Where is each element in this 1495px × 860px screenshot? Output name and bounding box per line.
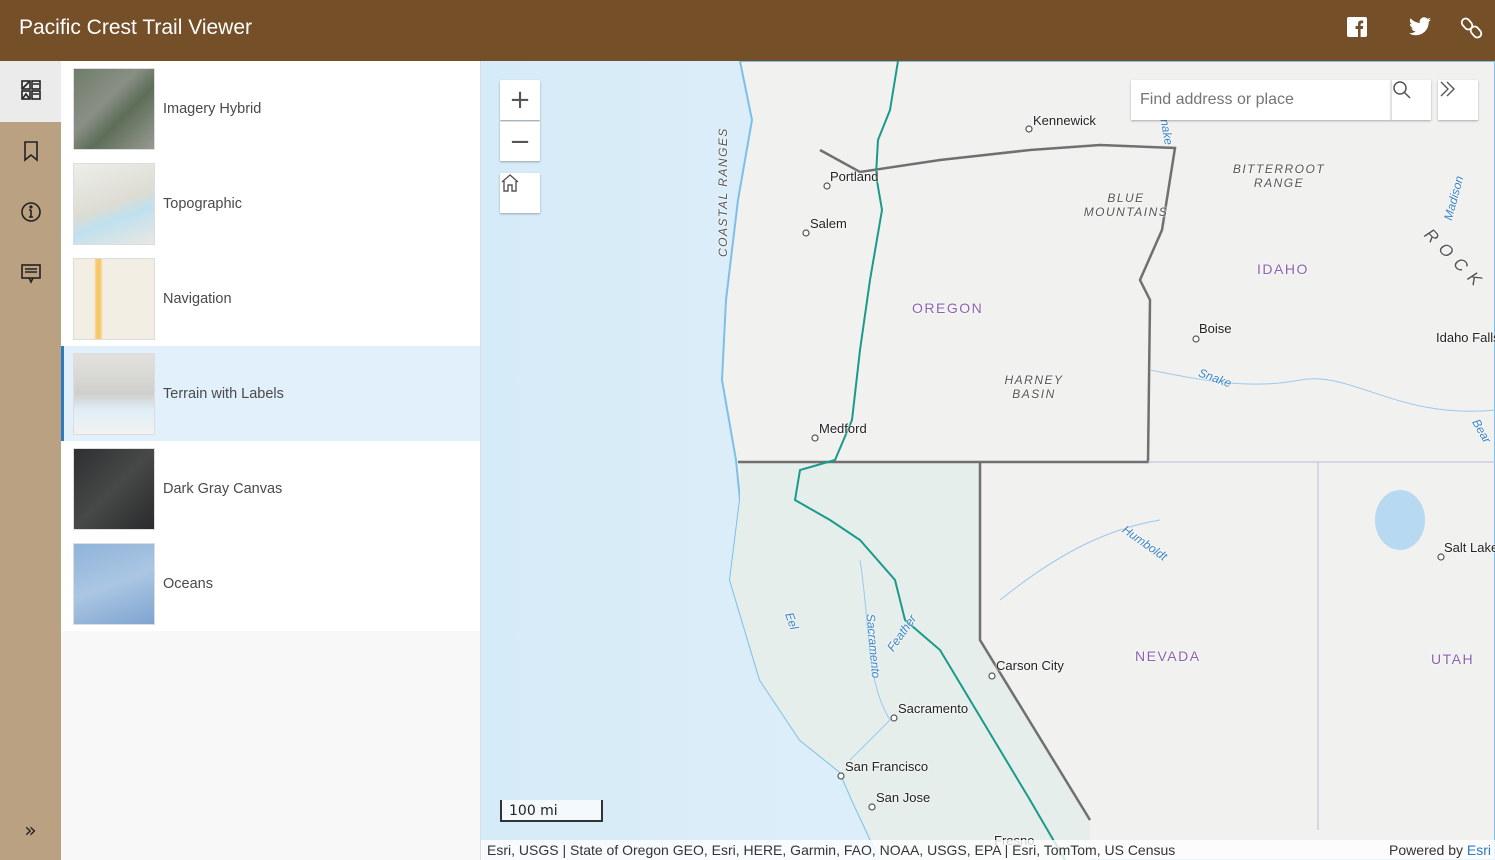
- basemap-item-imagery-hybrid[interactable]: Imagery Hybrid: [61, 61, 480, 156]
- bookmark-icon: [23, 140, 39, 166]
- bookmarks-button[interactable]: [0, 122, 61, 183]
- esri-link[interactable]: Esri: [1467, 842, 1491, 858]
- map-label: Kennewick: [1033, 113, 1096, 128]
- search-input[interactable]: [1131, 80, 1389, 120]
- basemap-item-dark-gray-canvas[interactable]: Dark Gray Canvas: [61, 441, 480, 536]
- legend-button[interactable]: [0, 244, 61, 305]
- map-label: IDAHO: [1257, 261, 1309, 277]
- link-icon[interactable]: [1460, 16, 1486, 42]
- map-label: BITTERROOT RANGE: [1232, 162, 1326, 190]
- app-title: Pacific Crest Trail Viewer: [19, 16, 253, 39]
- basemap-label: Oceans: [163, 575, 213, 592]
- basemap-thumbnail: [73, 162, 155, 245]
- map-label: OREGON: [912, 300, 984, 316]
- map-view[interactable]: Kennewick Portland Salem Medford COASTAL…: [481, 61, 1495, 860]
- powered-by: Powered by Esri: [1389, 840, 1491, 860]
- expand-panel-button[interactable]: »: [0, 799, 61, 860]
- basemap-item-topographic[interactable]: Topographic: [61, 156, 480, 251]
- map-label: UTAH: [1431, 651, 1475, 667]
- map-label: Boise: [1199, 321, 1232, 336]
- map-label: Portland: [830, 169, 879, 184]
- map-label: Idaho Falls: [1436, 330, 1495, 345]
- info-button[interactable]: [0, 183, 61, 244]
- basemap-label: Topographic: [163, 195, 242, 212]
- search-box: [1131, 80, 1391, 120]
- twitter-icon[interactable]: [1408, 16, 1434, 42]
- map-label: San Jose: [876, 790, 931, 805]
- map-label: Medford: [819, 421, 867, 436]
- scale-bar: 100 mi: [500, 800, 603, 822]
- basemap-thumbnail: [73, 542, 155, 625]
- basemap-item-navigation[interactable]: Navigation: [61, 251, 480, 346]
- attribution-text: Esri, USGS | State of Oregon GEO, Esri, …: [487, 842, 1176, 858]
- legend-icon: [20, 262, 42, 288]
- zoom-in-button[interactable]: +: [500, 80, 540, 120]
- basemap-thumbnail: [73, 67, 155, 150]
- zoom-out-button[interactable]: −: [500, 121, 540, 161]
- search-button[interactable]: [1391, 80, 1431, 120]
- basemap-label: Dark Gray Canvas: [163, 480, 283, 497]
- powered-by-text: Powered by: [1389, 842, 1463, 858]
- map-canvas: [481, 61, 1495, 860]
- basemap-label: Terrain with Labels: [163, 385, 284, 402]
- facebook-icon[interactable]: [1346, 16, 1372, 42]
- basemap-thumbnail: [73, 352, 155, 435]
- basemap-thumbnail: [73, 257, 155, 340]
- basemap-label: Navigation: [163, 290, 232, 307]
- attribution-bar: Esri, USGS | State of Oregon GEO, Esri, …: [481, 840, 1495, 860]
- map-label: Salem: [810, 216, 847, 231]
- basemap-item-oceans[interactable]: Oceans: [61, 536, 480, 631]
- basemap-item-terrain-with-labels[interactable]: Terrain with Labels: [61, 346, 480, 441]
- map-label: Sacramento: [898, 701, 969, 716]
- info-icon: [20, 201, 42, 227]
- basemap-gallery-button[interactable]: [0, 61, 61, 122]
- home-button[interactable]: [500, 173, 540, 213]
- expand-button[interactable]: [1438, 80, 1478, 120]
- map-label: Salt Lake: [1444, 540, 1495, 555]
- app-header: Pacific Crest Trail Viewer: [0, 0, 1495, 61]
- map-label: San Francisco: [845, 759, 929, 774]
- map-label: NEVADA: [1135, 648, 1201, 664]
- basemap-thumbnail: [73, 447, 155, 530]
- basemap-gallery-icon: [20, 79, 42, 105]
- map-label: COASTAL RANGES: [716, 127, 730, 257]
- basemap-label: Imagery Hybrid: [163, 100, 262, 117]
- side-rail: »: [0, 61, 61, 860]
- map-label: BLUE MOUNTAINS: [1083, 191, 1169, 219]
- map-label: Carson City: [996, 658, 1064, 673]
- map-label: HARNEY BASIN: [1004, 373, 1064, 401]
- basemap-gallery-panel: Imagery Hybrid Topographic Navigation Te…: [61, 61, 481, 860]
